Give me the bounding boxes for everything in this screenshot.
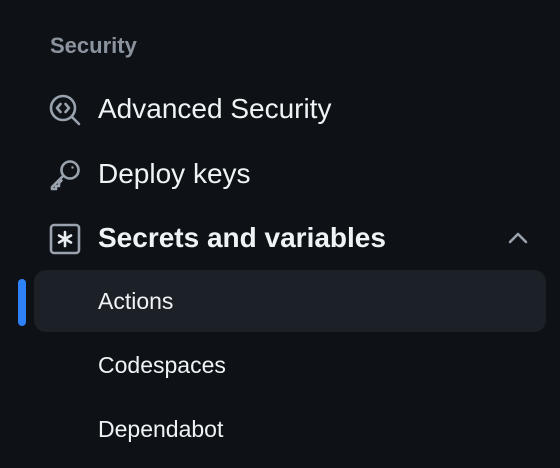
sidebar-item-label: Deploy keys — [98, 158, 251, 189]
sidebar-item-deploy-keys[interactable]: Deploy keys — [34, 143, 546, 205]
asterisk-box-icon — [48, 222, 82, 256]
codescan-icon — [48, 93, 82, 127]
sidebar-subitem-actions[interactable]: Actions — [34, 270, 546, 332]
sidebar-item-secrets-and-variables[interactable]: Secrets and variables — [34, 207, 546, 269]
chevron-up-icon[interactable] — [504, 224, 532, 252]
sidebar-subitem-label: Dependabot — [98, 416, 224, 442]
sidebar-subitem-codespaces[interactable]: Codespaces — [34, 334, 546, 396]
section-heading-security: Security — [50, 33, 137, 58]
sidebar-item-advanced-security[interactable]: Advanced Security — [34, 78, 546, 140]
settings-sidebar: Security Advanced Security Deploy keys S… — [0, 0, 560, 468]
sidebar-item-label: Advanced Security — [98, 93, 332, 124]
active-item-indicator — [18, 279, 26, 326]
sidebar-item-label: Secrets and variables — [98, 222, 386, 253]
key-icon — [48, 158, 82, 192]
sidebar-subitem-label: Codespaces — [98, 352, 226, 378]
sidebar-subitem-label: Actions — [98, 288, 174, 314]
sidebar-subitem-dependabot[interactable]: Dependabot — [34, 398, 546, 460]
